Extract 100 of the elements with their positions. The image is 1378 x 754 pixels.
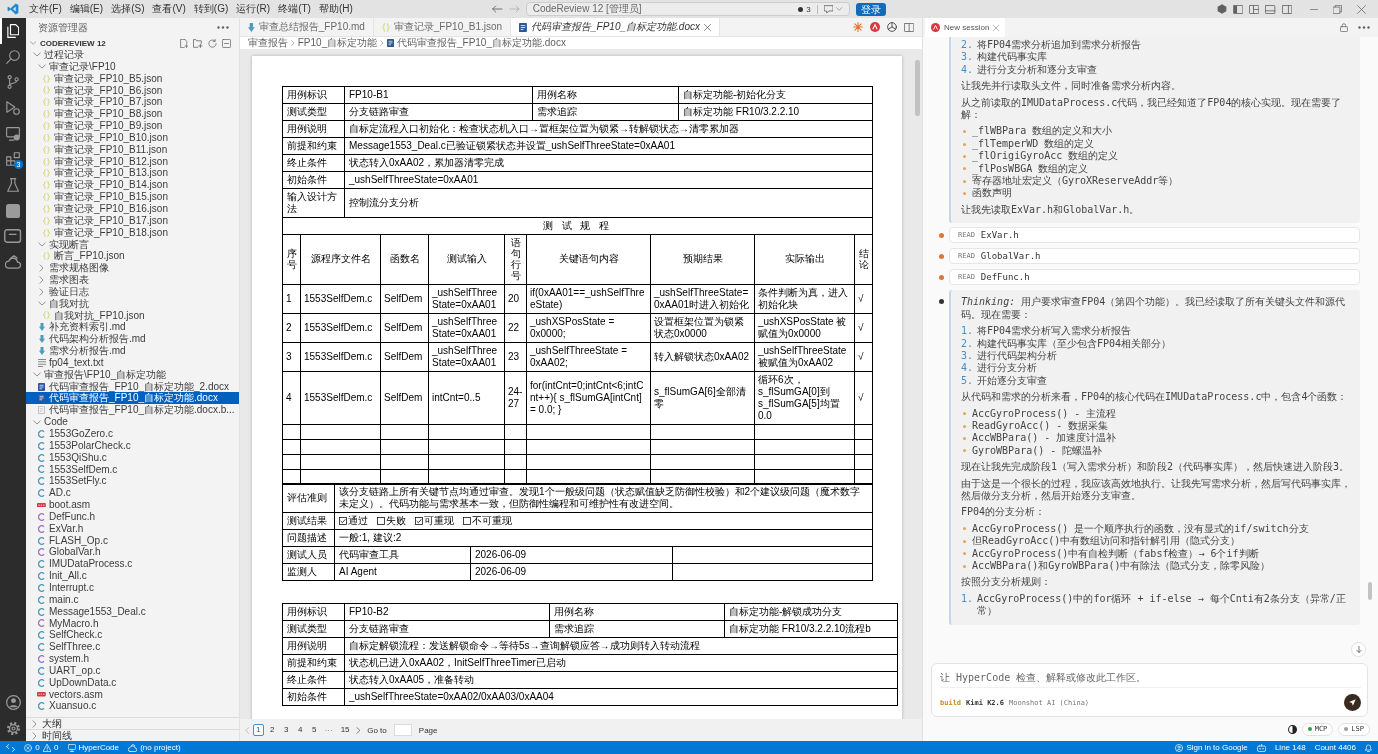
tree-item[interactable]: 审查记录_FP10_B13.json: [26, 167, 239, 180]
page-button[interactable]: 3: [280, 724, 292, 736]
new-folder-icon[interactable]: [193, 38, 203, 48]
scrollbar-thumb[interactable]: [915, 60, 920, 116]
box-icon[interactable]: [4, 229, 22, 244]
robot-icon[interactable]: [1256, 743, 1266, 752]
lock-icon[interactable]: [1340, 23, 1348, 32]
status-item[interactable]: Count 4406: [1314, 741, 1356, 754]
extensions-icon[interactable]: [6, 152, 20, 167]
minimize-icon[interactable]: [1310, 8, 1318, 10]
sparkle-icon[interactable]: [852, 22, 863, 32]
tree-item[interactable]: GlobalVar.h: [26, 546, 239, 559]
tree-item[interactable]: 1553QiShu.c: [26, 451, 239, 464]
tree-item[interactable]: 验证日志: [26, 285, 239, 298]
tree-item[interactable]: 需求规格图像: [26, 262, 239, 275]
tree-item[interactable]: 1553PolarCheck.c: [26, 439, 239, 452]
workspace-name[interactable]: CODEREVIEW 12: [40, 38, 178, 48]
tree-item[interactable]: 需求分析报告.md: [26, 345, 239, 357]
menu-item[interactable]: 帮助(H): [314, 0, 357, 18]
tree-item[interactable]: 断言_FP10.json: [26, 250, 239, 263]
bell-icon[interactable]: [1365, 743, 1372, 752]
tree-item[interactable]: UART_op.c: [26, 664, 239, 677]
tree-item[interactable]: Xuansuo.c: [26, 700, 239, 713]
tree-item[interactable]: 自我对抗_FP10.json: [26, 309, 239, 322]
tree-item[interactable]: FLASH_Op.c: [26, 534, 239, 547]
tree-item[interactable]: UpDownData.c: [26, 676, 239, 689]
new-file-icon[interactable]: [179, 38, 189, 48]
tree-item[interactable]: Init_All.c: [26, 570, 239, 582]
command-center[interactable]: CodeReview 12 [管理员] 3: [525, 2, 850, 16]
settings-icon[interactable]: [5, 721, 21, 736]
files-icon[interactable]: [6, 23, 20, 38]
remote-explorer-icon[interactable]: [6, 126, 20, 141]
cloud-icon[interactable]: [5, 255, 21, 270]
breadcrumb-item[interactable]: 代码审查报告_FP10_自标定功能.docx: [396, 36, 566, 50]
tree-item[interactable]: 审查记录_FP10_B5.json: [26, 72, 239, 85]
more-icon[interactable]: [1358, 26, 1370, 29]
tree-item[interactable]: 审查记录_FP10_B18.json: [26, 226, 239, 239]
status-item[interactable]: Line 148: [1274, 741, 1306, 754]
status-item[interactable]: (no project): [128, 741, 181, 754]
angle-brackets-icon[interactable]: [6, 743, 16, 752]
sidebar-right-icon[interactable]: [1281, 4, 1292, 14]
tree-item[interactable]: AD.c: [26, 487, 239, 500]
search-icon[interactable]: [6, 49, 20, 64]
tree-item[interactable]: 实现断言: [26, 238, 239, 251]
tree-item[interactable]: 1553SelfDem.c: [26, 463, 239, 476]
run-debug-icon[interactable]: [6, 100, 20, 115]
tree-item[interactable]: system.h: [26, 653, 239, 665]
tree-item[interactable]: 审查记录_FP10_B17.json: [26, 214, 239, 227]
tree-item[interactable]: 审查记录_FP10_B14.json: [26, 179, 239, 192]
page-button[interactable]: 5: [308, 724, 320, 736]
tree-item[interactable]: 审查记录_FP10_B15.json: [26, 191, 239, 203]
layout-icon[interactable]: [1249, 4, 1260, 14]
tree-item[interactable]: SelfCheck.c: [26, 629, 239, 642]
page-button[interactable]: 2: [266, 724, 278, 736]
hexagon-icon[interactable]: [1216, 4, 1227, 14]
tree-item[interactable]: 审查记录_FP10_B11.json: [26, 143, 239, 156]
collapse-icon[interactable]: [222, 38, 231, 48]
sign-in-button[interactable]: 登录: [855, 2, 886, 16]
tree-item[interactable]: SelfThree.c: [26, 641, 239, 654]
editor-tab[interactable]: 代码审查报告_FP10_自标定功能.docx: [511, 18, 720, 36]
tree-item[interactable]: vectors.asm: [26, 688, 239, 701]
flask-icon[interactable]: [6, 177, 20, 192]
tree-item[interactable]: 审查记录_FP10_B9.json: [26, 120, 239, 132]
tree-item[interactable]: boot.asm: [26, 499, 239, 511]
account-icon[interactable]: [5, 695, 21, 710]
menu-item[interactable]: 编辑(E): [65, 0, 108, 18]
more-icon[interactable]: [217, 26, 229, 29]
tree-item[interactable]: 过程记录: [26, 49, 239, 61]
tree-item[interactable]: 审查记录_FP10_B12.json: [26, 155, 239, 168]
tree-item[interactable]: 1553GoZero.c: [26, 428, 239, 440]
menu-item[interactable]: 转到(G): [189, 0, 233, 18]
sidebar-left-icon[interactable]: [1232, 4, 1244, 14]
tree-item[interactable]: Message1553_Deal.c: [26, 605, 239, 618]
menu-item[interactable]: 运行(R): [232, 0, 275, 18]
page-button[interactable]: 4: [294, 724, 306, 736]
page-button[interactable]: 1: [252, 724, 264, 736]
split-editor-icon[interactable]: [903, 22, 914, 32]
session-tab[interactable]: New session: [925, 18, 1006, 37]
problems-button[interactable]: 0 0: [24, 741, 59, 754]
logo-icon[interactable]: [869, 22, 880, 32]
menu-item[interactable]: 选择(S): [107, 0, 149, 18]
tree-item[interactable]: 审查记录_FP10_B16.json: [26, 202, 239, 215]
send-button[interactable]: [1344, 694, 1361, 711]
status-item[interactable]: HyperCode: [67, 741, 119, 754]
close-icon[interactable]: [1357, 4, 1366, 14]
tree-item[interactable]: Code: [26, 416, 239, 428]
page-button[interactable]: 15: [337, 724, 353, 736]
tree-item[interactable]: 审查记录_FP10_B7.json: [26, 96, 239, 109]
tree-item[interactable]: 1553SetFly.c: [26, 475, 239, 488]
tree-item[interactable]: fp04_text.txt: [26, 356, 239, 369]
section-header[interactable]: 大纲: [26, 717, 239, 729]
next-page-icon[interactable]: [355, 726, 361, 734]
tree-item[interactable]: 审查记录_FP10_B10.json: [26, 131, 239, 144]
source-control-icon[interactable]: [6, 75, 20, 90]
tree-item[interactable]: 需求图表: [26, 274, 239, 286]
editor-tab[interactable]: 审查总结报告_FP10.md: [240, 18, 374, 36]
breadcrumb-item[interactable]: FP10_自标定功能: [297, 36, 378, 50]
tree-item[interactable]: MyMacro.h: [26, 617, 239, 630]
back-arrow-icon[interactable]: [492, 5, 503, 13]
tree-item[interactable]: 审查报告\FP10_自标定功能: [26, 368, 239, 381]
